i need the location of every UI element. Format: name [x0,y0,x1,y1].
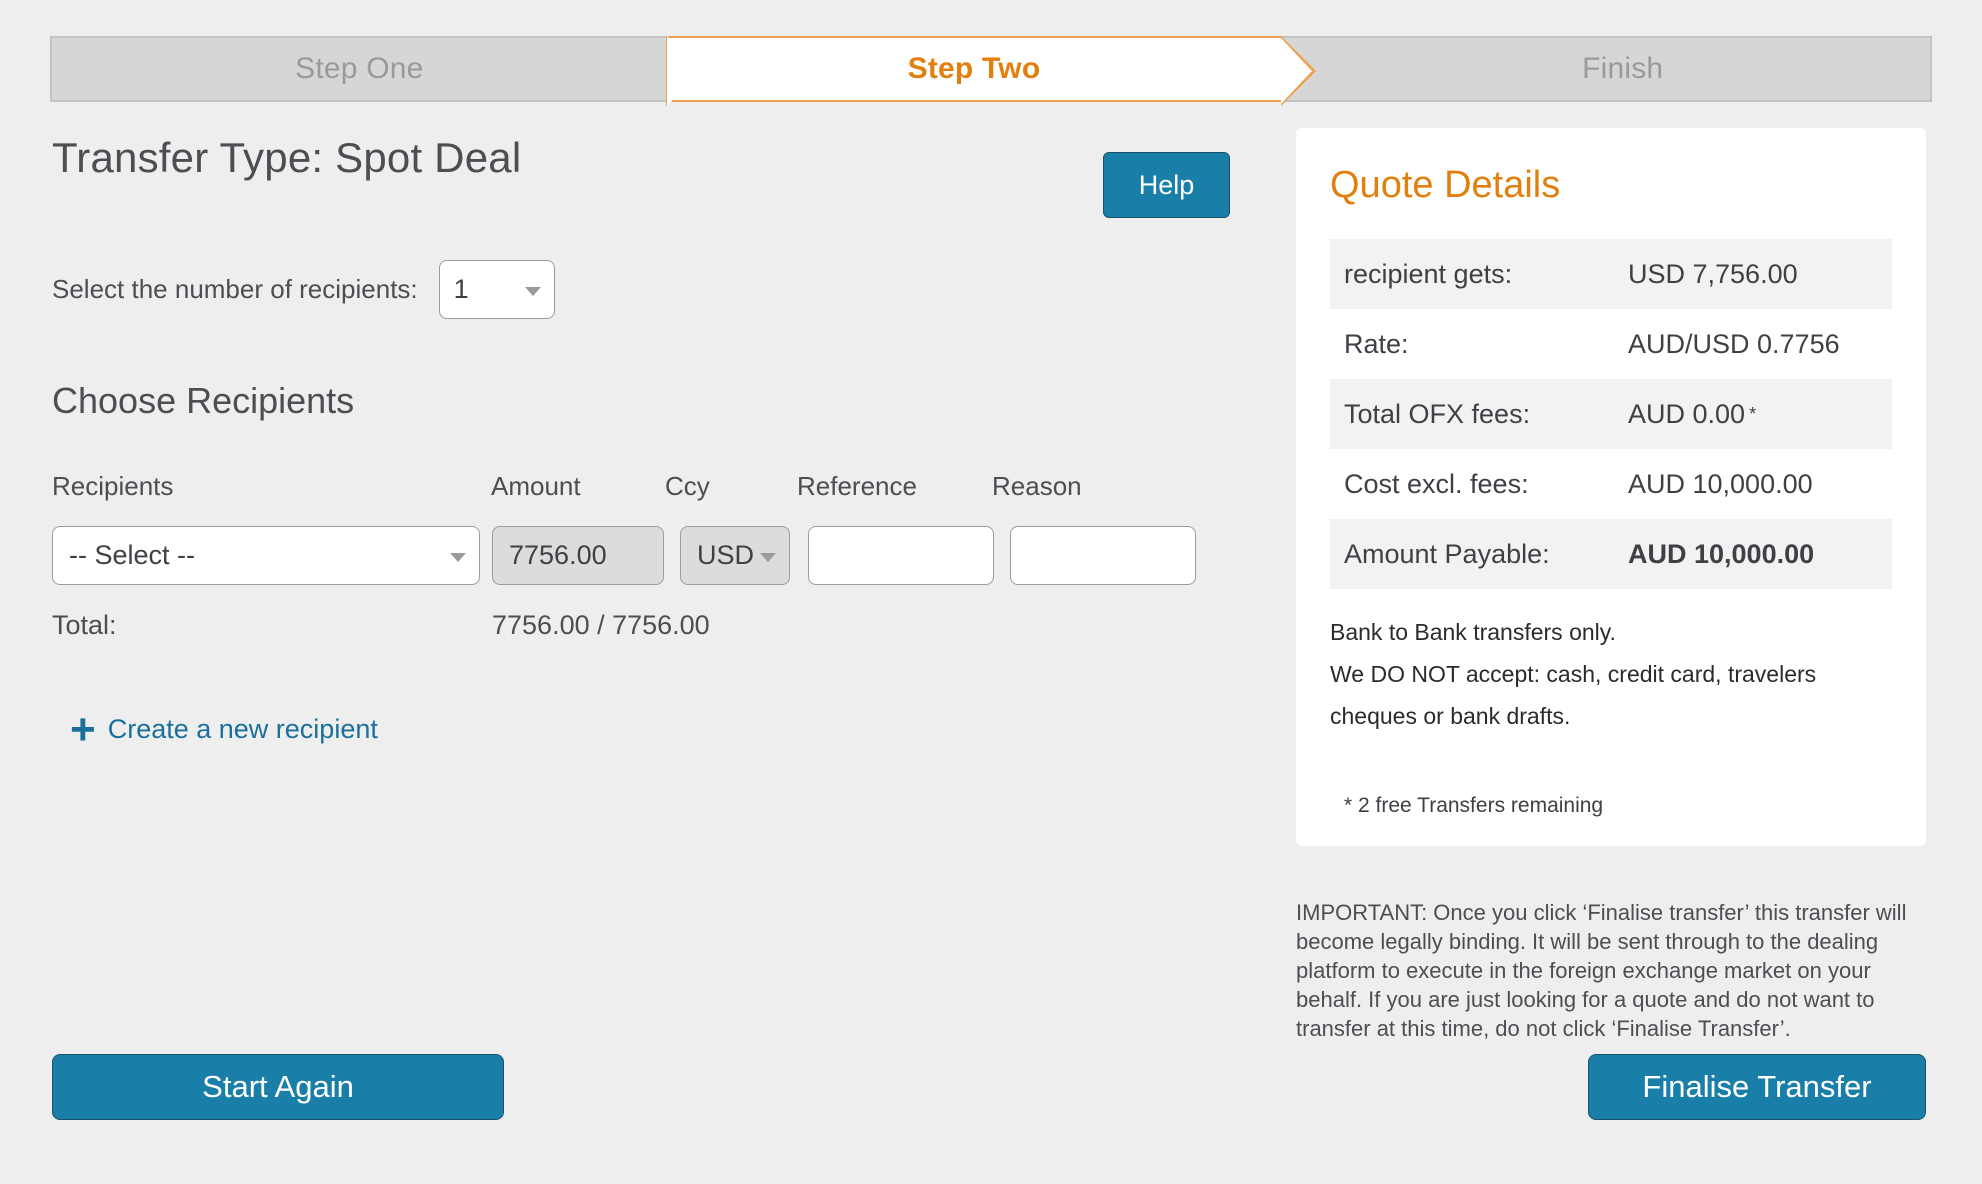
column-header-reason: Reason [992,471,1082,501]
quote-details-table: recipient gets: USD 7,756.00 Rate: AUD/U… [1330,239,1892,589]
quote-row: recipient gets: USD 7,756.00 [1330,239,1892,309]
quote-row-label: Rate: [1344,328,1409,359]
start-again-button[interactable]: Start Again [52,1054,504,1120]
help-button[interactable]: Help [1103,152,1230,218]
step-label-finish: Finish [1582,52,1664,85]
recipient-count-row: Select the number of recipients: 1 [52,260,555,319]
chevron-down-icon [524,286,541,296]
quote-details-title: Quote Details [1330,164,1561,206]
recipient-count-label: Select the number of recipients: [52,274,418,304]
column-header-reference: Reference [797,471,917,501]
quote-row-label: Total OFX fees: [1344,398,1531,429]
quote-row: Amount Payable: AUD 10,000.00 [1330,519,1892,589]
amount-field-value: 7756.00 [509,540,607,570]
create-new-recipient-label: Create a new recipient [107,714,378,744]
ccy-select-value: USD [697,540,755,570]
step-two-arrow-inner [1281,38,1313,104]
step-label-two: Step Two [907,52,1041,85]
recipient-select-value: -- Select -- [69,540,196,570]
important-notice: IMPORTANT: Once you click ‘Finalise tran… [1296,900,1907,1041]
quote-row-value: AUD 0.00 [1628,398,1746,429]
chevron-down-icon [760,552,776,562]
step-breadcrumb: Step One Step Two Finish [50,36,1933,106]
step-label-one: Step One [295,52,424,85]
step-item-finish[interactable]: Finish [1281,36,1933,102]
create-new-recipient-link[interactable]: + Create a new recipient [70,704,378,754]
finalise-transfer-label: Finalise Transfer [1642,1069,1872,1104]
quote-footnote: * 2 free Transfers remaining [1344,794,1604,817]
quote-row: Total OFX fees: AUD 0.00 * [1330,379,1892,449]
quote-row-value: AUD 10,000.00 [1628,468,1813,499]
finalise-transfer-button[interactable]: Finalise Transfer [1588,1054,1926,1120]
reason-field[interactable] [1010,526,1196,585]
quote-note-line-1: Bank to Bank transfers only. [1330,619,1616,645]
recipient-count-select[interactable]: 1 [438,260,555,319]
quote-row-value: USD 7,756.00 [1628,258,1798,289]
column-header-ccy: Ccy [665,471,710,501]
quote-row-label: Cost excl. fees: [1344,468,1529,499]
quote-row-value: AUD/USD 0.7756 [1628,328,1840,359]
quote-row-label: recipient gets: [1344,258,1513,289]
quote-row: Rate: AUD/USD 0.7756 [1330,309,1892,379]
step-two-notch-outline [665,36,700,106]
recipients-table-headers: Recipients Amount Ccy Reference Reason [52,471,1202,505]
left-column: Transfer Type: Spot Deal Help Select the… [52,134,1252,751]
column-header-amount: Amount [491,471,581,501]
total-value: 7756.00 / 7756.00 [492,610,710,640]
quote-row-label: Amount Payable: [1344,538,1550,569]
choose-recipients-heading: Choose Recipients [52,380,355,421]
chevron-down-icon [450,552,466,562]
plus-icon: + [70,704,96,754]
reference-field[interactable] [808,526,994,585]
start-again-label: Start Again [202,1069,354,1104]
recipient-count-value: 1 [453,274,469,304]
step-item-two[interactable]: Step Two [665,36,1316,106]
ccy-select[interactable]: USD [680,526,790,585]
quote-note-line-2: We DO NOT accept: cash, credit card, tra… [1330,661,1817,729]
column-header-recipients: Recipients [52,471,174,501]
quote-details-panel: Quote Details recipient gets: USD 7,756.… [1296,128,1926,846]
total-label: Total: [52,610,117,640]
footnote-marker-icon: * [1749,403,1757,424]
recipient-select[interactable]: -- Select -- [52,526,480,585]
quote-notes: Bank to Bank transfers only. We DO NOT a… [1330,611,1830,737]
quote-row: Cost excl. fees: AUD 10,000.00 [1330,449,1892,519]
page-title: Transfer Type: Spot Deal [52,134,522,181]
quote-row-value: AUD 10,000.00 [1628,538,1815,569]
amount-field[interactable]: 7756.00 [492,526,664,585]
step-item-one[interactable]: Step One [50,36,701,106]
help-button-label: Help [1138,169,1195,200]
